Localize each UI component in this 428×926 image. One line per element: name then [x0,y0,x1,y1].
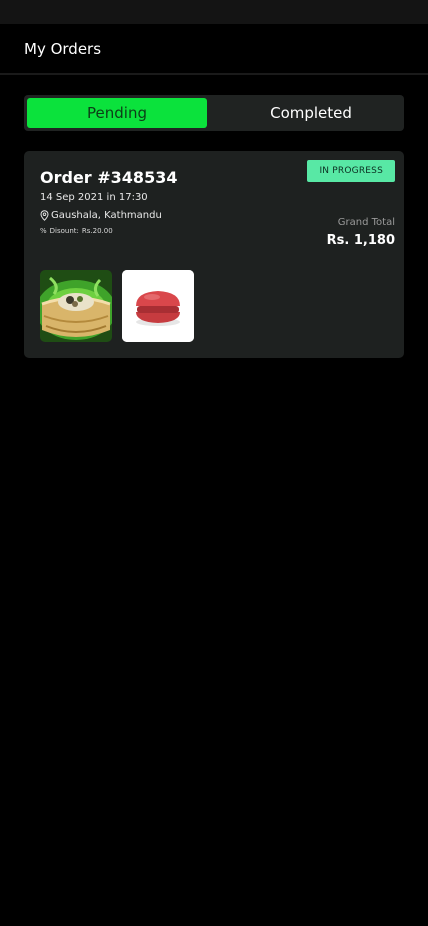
status-bar [0,0,428,24]
percent-icon: % [40,226,47,235]
dumpling-basket-image [40,270,112,342]
grand-total-label: Grand Total [337,217,395,228]
order-number: Order #348534 [40,168,178,187]
discount-value: Rs.20.00 [81,226,113,235]
status-badge: IN PROGRESS [307,160,395,182]
location-text: Gaushala, Kathmandu [51,210,162,221]
page-title: My Orders [24,40,102,58]
tab-pending[interactable]: Pending [27,98,207,128]
tab-completed[interactable]: Completed [221,98,401,128]
order-discount: % Disount: Rs.20.00 [40,225,113,236]
macaron-image [122,270,194,342]
order-location: Gaushala, Kathmandu [40,209,162,222]
order-tabs: Pending Completed [24,95,404,131]
order-date: 14 Sep 2021 in 17:30 [40,192,148,203]
order-card[interactable]: Order #348534 14 Sep 2021 in 17:30 Gaush… [24,151,404,358]
discount-label: Disount: [49,226,79,235]
app-header: My Orders [0,24,428,75]
grand-total-value: Rs. 1,180 [326,233,395,248]
location-pin-icon [40,206,49,225]
